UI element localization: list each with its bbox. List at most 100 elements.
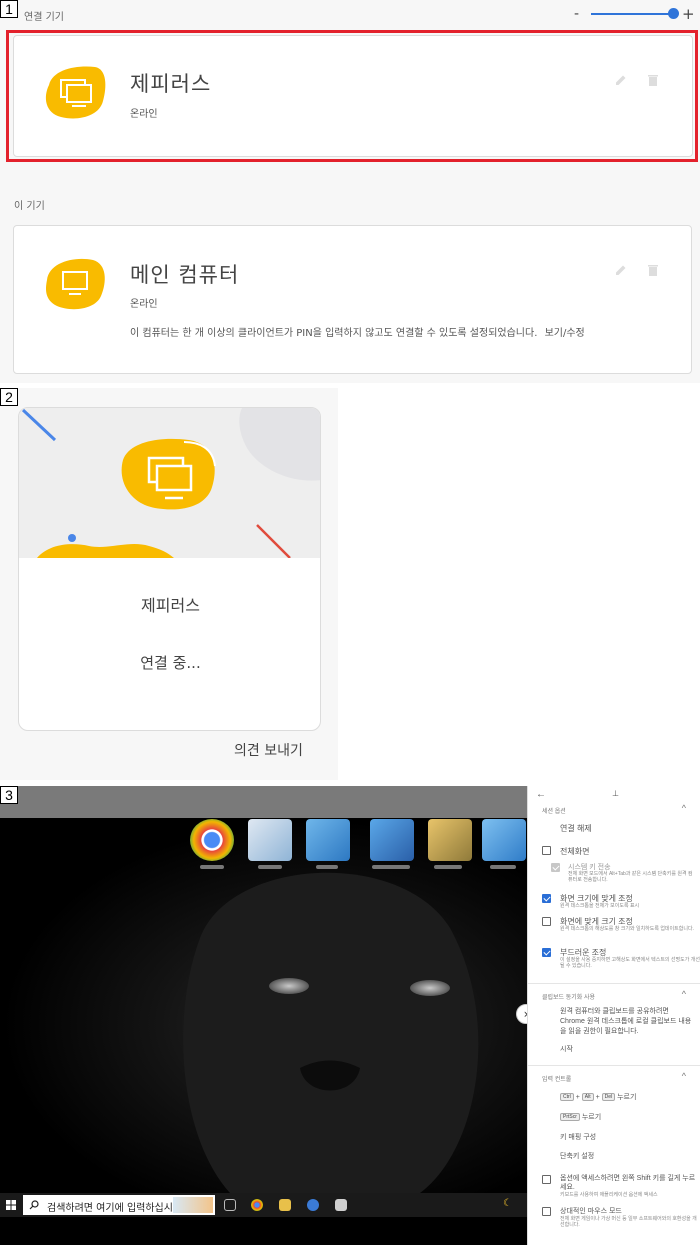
chrome-icon-label: [200, 865, 224, 869]
session-options-heading: 세션 옵션: [542, 809, 566, 815]
network-taskbar-icon[interactable]: [335, 1199, 347, 1211]
system-keys-description: 전체 화면 모드에서 Alt+Tab과 같은 시스템 단축키를 원격 컴퓨터로 …: [568, 871, 693, 883]
selection-highlight-box: [6, 30, 698, 162]
prtscr-button[interactable]: PrtScr 누르기: [560, 1112, 601, 1122]
plus-sign: +: [575, 1094, 580, 1101]
pin-notice: 이 컴퓨터는 한 개 이상의 클라이언트가 PIN을 입력하지 않고도 연결할 …: [130, 324, 585, 339]
file-explorer-icon[interactable]: [279, 1199, 291, 1211]
fullscreen-label: 전체화면: [560, 847, 590, 856]
connecting-status: 연결 중...: [140, 654, 201, 672]
device-name: 메인 컴퓨터: [130, 263, 240, 287]
search-icon: [29, 1200, 39, 1210]
press-label: 누르기: [617, 1094, 637, 1101]
view-edit-link[interactable]: 보기/수정: [545, 328, 585, 339]
network-icon[interactable]: [482, 819, 526, 861]
remote-session-panel: 3 검색하려면 여기에 입력하십시 ☾ › ← ⊥ 세션 옵션 ^ 연결 해제 …: [0, 786, 700, 1245]
chrome-icon[interactable]: [190, 819, 234, 861]
disconnect-button[interactable]: 연결 해제: [560, 823, 592, 834]
relative-mouse-description: 전체 화면 게임이나 가상 머신 등 일부 소프트웨어와의 호환성을 개선합니다…: [560, 1216, 697, 1228]
desktop-bottom-strip: [0, 1217, 527, 1245]
pin-icon[interactable]: ⊥: [612, 789, 619, 798]
resize-checkbox[interactable]: [542, 917, 551, 926]
plus-sign: +: [595, 1094, 600, 1101]
clipboard-description: 원격 컴퓨터와 클립보드를 공유하려면 Chrome 원격 데스크톱에 로컬 클…: [560, 1008, 692, 1035]
section-remote-devices: 연결 기기: [24, 12, 64, 23]
moon-icon[interactable]: ☾: [503, 1198, 512, 1209]
edit-pencil-icon[interactable]: [614, 263, 628, 277]
pin-notice-text: 이 컴퓨터는 한 개 이상의 클라이언트가 PIN을 입력하지 않고도 연결할 …: [130, 328, 538, 339]
panther-left-eye: [269, 978, 309, 994]
fullscreen-checkbox[interactable]: [542, 846, 551, 855]
chrome-taskbar-icon[interactable]: [251, 1199, 263, 1211]
section-this-device: 이 기기: [14, 201, 45, 212]
task-view-icon[interactable]: [224, 1199, 236, 1211]
connecting-device-name: 제피러스: [141, 596, 200, 615]
divider: [528, 1065, 700, 1066]
illustration-art: [21, 408, 320, 559]
shortcuts-button[interactable]: 단축키 설정: [560, 1151, 594, 1161]
remote-devices-panel: 1 연결 기기 - + 제피러스 온라인 이 기기 메인 컴퓨터 온라인 이 컴…: [0, 0, 700, 383]
smooth-scaling-checkbox[interactable]: [542, 948, 551, 957]
user-folder-icon-label: [434, 865, 462, 869]
document-icon-label: [258, 865, 282, 869]
delete-trash-icon[interactable]: [646, 263, 660, 277]
panther-right-eye: [410, 980, 450, 996]
fit-screen-description: 원격 데스크톱을 전체가 보이도록 표시: [560, 903, 640, 909]
send-feedback-link[interactable]: 의견 보내기: [234, 740, 303, 760]
ctrl-alt-del-button[interactable]: Ctrl + Alt + Del 누르기: [560, 1092, 636, 1102]
photo-icon[interactable]: [306, 819, 350, 861]
collapse-chevron-icon[interactable]: ^: [682, 1071, 686, 1081]
folder-icon-label: [372, 865, 410, 869]
connecting-panel: 2 제피러스 연결 중... 의견 보내기: [0, 388, 338, 780]
prtscr-key: PrtScr: [560, 1113, 580, 1122]
panel-number: 2: [0, 388, 18, 406]
zoom-slider-handle[interactable]: [668, 8, 679, 19]
network-icon-label: [490, 865, 516, 869]
resize-description: 원격 데스크톱의 해상도를 창 크기와 일치하도록 업데이트합니다.: [560, 926, 694, 932]
ctrl-key: Ctrl: [560, 1093, 574, 1102]
shift-hold-label: 옵션에 액세스하려면 왼쪽 Shift 키를 길게 누르세요.: [560, 1175, 696, 1191]
computer-blob-icon: [46, 258, 105, 310]
smooth-scaling-description: 이 설정을 사용 중지하면 고해상도 화면에서 텍스트의 선명도가 개선될 수 …: [560, 957, 700, 969]
panel-number: 3: [0, 786, 18, 804]
divider: [528, 983, 700, 984]
shift-hold-checkbox[interactable]: [542, 1175, 551, 1184]
back-arrow-icon[interactable]: ←: [536, 789, 546, 800]
folder-icon[interactable]: [370, 819, 414, 861]
relative-mouse-label: 상대적인 마우스 모드: [560, 1208, 622, 1215]
remote-desktop-topbar: [0, 786, 527, 818]
windows-taskbar: 검색하려면 여기에 입력하십시 ☾: [0, 1193, 527, 1217]
collapse-chevron-icon[interactable]: ^: [682, 989, 686, 999]
device-status: 온라인: [130, 299, 158, 310]
search-highlight-image: [173, 1197, 213, 1213]
remote-desktop-wallpaper[interactable]: [0, 818, 527, 1193]
zoom-in-button[interactable]: +: [682, 5, 695, 23]
user-folder-icon[interactable]: [428, 819, 472, 861]
taskbar-search-box[interactable]: 검색하려면 여기에 입력하십시: [23, 1195, 215, 1215]
panther-wallpaper: [183, 872, 479, 1193]
press-label: 누르기: [581, 1114, 602, 1121]
windows-start-icon[interactable]: [6, 1200, 16, 1210]
connecting-card: 제피러스 연결 중...: [18, 407, 321, 731]
fit-screen-checkbox[interactable]: [542, 894, 551, 903]
del-key: Del: [601, 1093, 616, 1102]
remote-desktop-taskbar-icon[interactable]: [307, 1199, 319, 1211]
input-controls-heading: 입력 컨트롤: [542, 1077, 572, 1083]
alt-key: Alt: [581, 1093, 594, 1102]
taskbar-search-placeholder: 검색하려면 여기에 입력하십시: [47, 1203, 173, 1214]
system-keys-checkbox[interactable]: [551, 863, 560, 872]
zoom-out-button[interactable]: -: [574, 6, 579, 22]
key-mapping-button[interactable]: 키 매핑 구성: [560, 1132, 596, 1142]
relative-mouse-checkbox[interactable]: [542, 1207, 551, 1216]
device-card-main-computer[interactable]: 메인 컴퓨터 온라인 이 컴퓨터는 한 개 이상의 클라이언트가 PIN을 입력…: [13, 225, 692, 374]
panel-number: 1: [0, 0, 18, 18]
zoom-slider[interactable]: [591, 13, 673, 15]
clipboard-start-button[interactable]: 시작: [560, 1044, 573, 1054]
collapse-chevron-icon[interactable]: ^: [682, 803, 686, 813]
connecting-illustration: [19, 408, 320, 559]
clipboard-heading: 클립보드 동기화 사용: [542, 995, 596, 1001]
shift-hold-description: 키보드를 사용하여 애플리케이션 옵션에 액세스: [560, 1192, 658, 1198]
photo-icon-label: [316, 865, 338, 869]
session-options-sidebar: ← ⊥ 세션 옵션 ^ 연결 해제 전체화면 시스템 키 전송 전체 화면 모드…: [527, 786, 700, 1245]
document-icon[interactable]: [248, 819, 292, 861]
